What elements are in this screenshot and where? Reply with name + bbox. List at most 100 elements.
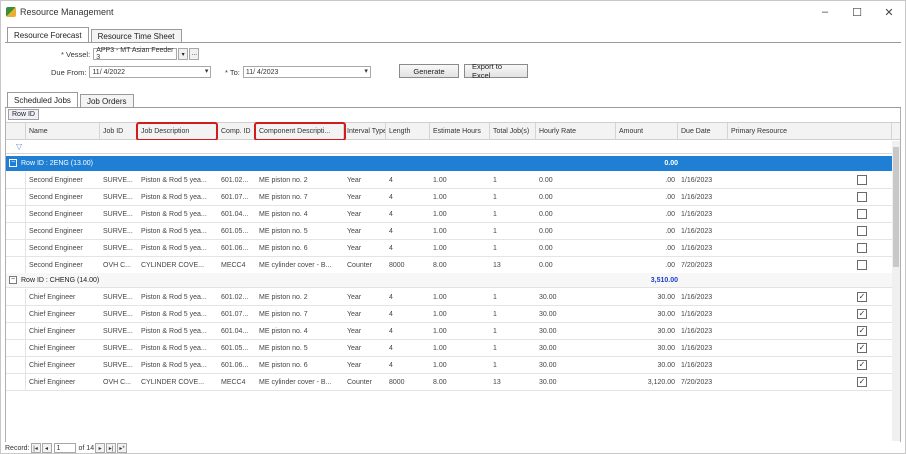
cell-name[interactable]: Chief Engineer	[26, 323, 100, 339]
table-row[interactable]: Chief Engineer OVH C... CYLINDER COVE... ME…	[6, 374, 900, 391]
cell-due[interactable]: 1/16/2023	[678, 357, 728, 373]
cell-length[interactable]: 8000	[386, 374, 430, 390]
cell-due[interactable]: 7/20/2023	[678, 257, 728, 273]
cell-interval[interactable]: Year	[344, 340, 386, 356]
header-due-date[interactable]: Due Date	[678, 123, 728, 140]
cell-length[interactable]: 4	[386, 172, 430, 188]
cell-amount[interactable]: 3,120.00	[616, 374, 678, 390]
cell-rate[interactable]: 30.00	[536, 323, 616, 339]
primary-resource-checkbox[interactable]	[857, 192, 867, 202]
cell-total-jobs[interactable]: 1	[490, 340, 536, 356]
cell-comp-id[interactable]: 601.04...	[218, 323, 256, 339]
generate-button[interactable]: Generate	[399, 64, 459, 78]
table-row[interactable]: Chief Engineer SURVE... Piston & Rod 5 yea…	[6, 323, 900, 340]
header-total-jobs[interactable]: Total Job(s)	[490, 123, 536, 140]
cell-length[interactable]: 4	[386, 189, 430, 205]
cell-job-id[interactable]: OVH C...	[100, 257, 138, 273]
cell-job-id[interactable]: SURVE...	[100, 323, 138, 339]
cell-comp-id[interactable]: 601.07...	[218, 189, 256, 205]
cell-job-desc[interactable]: Piston & Rod 5 yea...	[138, 172, 218, 188]
auto-filter-row[interactable]: ▽	[6, 140, 900, 154]
header-comp-id[interactable]: Comp. ID	[218, 123, 256, 140]
to-date-picker[interactable]: 11/ 4/2023 ▾	[242, 66, 371, 78]
cell-rate[interactable]: 0.00	[536, 257, 616, 273]
cell-job-desc[interactable]: Piston & Rod 5 yea...	[138, 223, 218, 239]
cell-comp-id[interactable]: 601.02...	[218, 172, 256, 188]
header-hourly-rate[interactable]: Hourly Rate	[536, 123, 616, 140]
table-row[interactable]: Second Engineer SURVE... Piston & Rod 5 ye…	[6, 240, 900, 257]
cell-comp-desc[interactable]: ME cylinder cover - B...	[256, 257, 344, 273]
cell-comp-desc[interactable]: ME piston no. 5	[256, 223, 344, 239]
cell-total-jobs[interactable]: 1	[490, 357, 536, 373]
cell-job-id[interactable]: SURVE...	[100, 172, 138, 188]
cell-est-hours[interactable]: 1.00	[430, 223, 490, 239]
cell-name[interactable]: Chief Engineer	[26, 340, 100, 356]
cell-length[interactable]: 4	[386, 340, 430, 356]
cell-length[interactable]: 4	[386, 306, 430, 322]
cell-comp-id[interactable]: 601.05...	[218, 340, 256, 356]
cell-est-hours[interactable]: 1.00	[430, 289, 490, 305]
scrollbar-thumb[interactable]	[893, 147, 899, 267]
cell-due[interactable]: 1/16/2023	[678, 172, 728, 188]
table-row[interactable]: Second Engineer SURVE... Piston & Rod 5 ye…	[6, 172, 900, 189]
primary-resource-checkbox[interactable]	[857, 243, 867, 253]
tab-job-orders[interactable]: Job Orders	[79, 94, 134, 108]
cell-name[interactable]: Second Engineer	[26, 206, 100, 222]
cell-due[interactable]: 1/16/2023	[678, 189, 728, 205]
primary-resource-checkbox[interactable]: ✓	[857, 343, 867, 353]
first-record-button[interactable]: |◂	[30, 443, 41, 453]
cell-job-id[interactable]: SURVE...	[100, 289, 138, 305]
cell-name[interactable]: Chief Engineer	[26, 289, 100, 305]
cell-est-hours[interactable]: 8.00	[430, 374, 490, 390]
cell-job-id[interactable]: SURVE...	[100, 240, 138, 256]
cell-est-hours[interactable]: 1.00	[430, 357, 490, 373]
cell-rate[interactable]: 30.00	[536, 306, 616, 322]
cell-due[interactable]: 7/20/2023	[678, 374, 728, 390]
primary-resource-checkbox[interactable]	[857, 209, 867, 219]
header-job-id[interactable]: Job ID	[100, 123, 138, 140]
cell-interval[interactable]: Counter	[344, 374, 386, 390]
table-row[interactable]: Second Engineer SURVE... Piston & Rod 5 ye…	[6, 189, 900, 206]
cell-comp-desc[interactable]: ME piston no. 2	[256, 172, 344, 188]
cell-comp-id[interactable]: MECC4	[218, 257, 256, 273]
cell-due[interactable]: 1/16/2023	[678, 240, 728, 256]
cell-est-hours[interactable]: 1.00	[430, 240, 490, 256]
tab-resource-time-sheet[interactable]: Resource Time Sheet	[90, 29, 182, 43]
export-to-excel-button[interactable]: Export to Excel	[464, 62, 528, 80]
cell-comp-desc[interactable]: ME piston no. 4	[256, 206, 344, 222]
cell-name[interactable]: Chief Engineer	[26, 357, 100, 373]
cell-comp-id[interactable]: 601.07...	[218, 306, 256, 322]
cell-name[interactable]: Second Engineer	[26, 240, 100, 256]
maximize-button[interactable]: ☐	[841, 1, 873, 23]
cell-job-id[interactable]: SURVE...	[100, 357, 138, 373]
cell-rate[interactable]: 0.00	[536, 206, 616, 222]
primary-resource-checkbox[interactable]	[857, 175, 867, 185]
cell-rate[interactable]: 0.00	[536, 172, 616, 188]
cell-amount[interactable]: 30.00	[616, 306, 678, 322]
cell-comp-desc[interactable]: ME piston no. 4	[256, 323, 344, 339]
primary-resource-checkbox[interactable]: ✓	[857, 292, 867, 302]
group-row-cheng[interactable]: − Row ID : CHENG (14.00) 3,510.00	[6, 273, 900, 288]
header-primary-resource[interactable]: Primary Resource	[728, 123, 892, 140]
header-name[interactable]: Name	[26, 123, 100, 140]
cell-interval[interactable]: Year	[344, 223, 386, 239]
vessel-select[interactable]: APP3 - MT Asian Feeder 3	[93, 47, 178, 61]
cell-interval[interactable]: Year	[344, 357, 386, 373]
cell-est-hours[interactable]: 1.00	[430, 323, 490, 339]
cell-comp-desc[interactable]: ME piston no. 5	[256, 340, 344, 356]
cell-job-desc[interactable]: Piston & Rod 5 yea...	[138, 206, 218, 222]
minimize-button[interactable]: –	[809, 1, 841, 23]
cell-rate[interactable]: 30.00	[536, 289, 616, 305]
cell-total-jobs[interactable]: 1	[490, 206, 536, 222]
cell-job-desc[interactable]: Piston & Rod 5 yea...	[138, 340, 218, 356]
cell-amount[interactable]: .00	[616, 206, 678, 222]
cell-amount[interactable]: 30.00	[616, 357, 678, 373]
cell-interval[interactable]: Year	[344, 189, 386, 205]
table-row[interactable]: Second Engineer OVH C... CYLINDER COVE... M…	[6, 257, 900, 274]
cell-interval[interactable]: Year	[344, 289, 386, 305]
cell-comp-id[interactable]: 601.02...	[218, 289, 256, 305]
cell-comp-desc[interactable]: ME piston no. 7	[256, 189, 344, 205]
table-row[interactable]: Second Engineer SURVE... Piston & Rod 5 ye…	[6, 206, 900, 223]
cell-comp-desc[interactable]: ME piston no. 6	[256, 240, 344, 256]
cell-name[interactable]: Chief Engineer	[26, 306, 100, 322]
